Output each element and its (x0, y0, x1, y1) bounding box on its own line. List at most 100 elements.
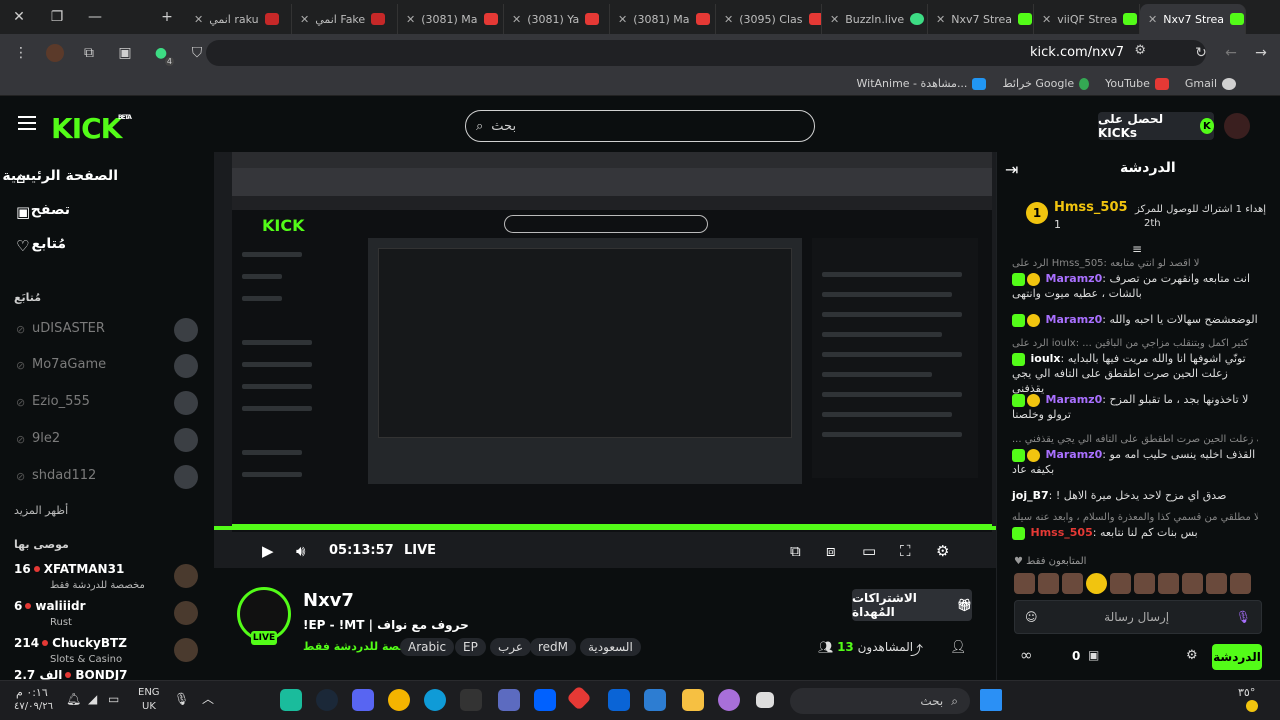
minimize-window-icon[interactable]: — (76, 0, 114, 34)
close-tab-icon[interactable]: ✕ (1148, 13, 1157, 26)
browser-tab[interactable]: ✕ انمي Fake (292, 4, 398, 34)
browser-tab[interactable]: ✕ (3081) Ma (610, 4, 716, 34)
chat-username[interactable]: Maramz0 (1046, 272, 1103, 285)
clip-icon[interactable]: ⧈ (826, 542, 836, 560)
gift-subs-button[interactable]: الاشتراكات المُهداة 🎁︎ (852, 589, 972, 621)
show-more-link[interactable]: أظهر المزيد (14, 504, 68, 517)
browser-tab-active[interactable]: ✕ Nxv7 Strea (1140, 4, 1246, 34)
share-icon[interactable]: ⤴ (910, 640, 923, 659)
edge-icon[interactable] (424, 689, 446, 711)
hamburger-menu-icon[interactable] (18, 116, 36, 130)
browser-tab[interactable]: ✕ viiQF Strea (1034, 4, 1140, 34)
close-tab-icon[interactable]: ✕ (618, 13, 627, 26)
tag[interactable]: عرب (490, 638, 532, 656)
bookmark-gmail[interactable]: Gmail (1185, 77, 1236, 90)
playback-progress-bar[interactable] (214, 526, 996, 530)
shield-icon[interactable]: ⛉ (186, 42, 208, 64)
browser-tab[interactable]: ✕ Nxv7 Strea (928, 4, 1034, 34)
following-item[interactable]: ⊘ shdad112 (0, 460, 212, 494)
recommended-item[interactable]: 16 XFATMAN31 مخصصة للدردشة فقط (0, 560, 212, 598)
emote[interactable] (1134, 573, 1155, 594)
weather-icon[interactable] (1246, 700, 1258, 712)
browser-tab[interactable]: ✕ انمي raku (186, 4, 292, 34)
kicks-icon[interactable]: ▣ (1088, 648, 1099, 662)
channel-name[interactable]: Nxv7 (303, 590, 354, 611)
notification-icon[interactable]: 🔔︎ (66, 692, 81, 706)
chat-username[interactable]: joj_B7 (1012, 489, 1049, 502)
close-tab-icon[interactable]: ✕ (1042, 13, 1051, 26)
get-kicks-button[interactable]: لحصل على KICKs K (1098, 112, 1214, 140)
kick-logo[interactable]: KICK BETA (51, 112, 132, 145)
following-item[interactable]: ⊘ Ezio_555 (0, 386, 212, 420)
file-explorer-icon[interactable] (682, 689, 704, 711)
emote[interactable] (1230, 573, 1251, 594)
bookmark-maps[interactable]: خرائط Google (1002, 77, 1090, 90)
extension-icon[interactable]: ▣ (114, 42, 136, 64)
following-item[interactable]: ⊘ 9le2 (0, 423, 212, 457)
task-view-icon[interactable] (756, 692, 774, 708)
chat-username[interactable]: Maramz0 (1046, 448, 1103, 461)
close-window-icon[interactable]: ✕ (0, 0, 38, 34)
back-icon[interactable]: → (1250, 42, 1272, 64)
chat-username[interactable]: ioulx (1031, 352, 1061, 365)
tag[interactable]: السعودية (580, 638, 641, 656)
close-tab-icon[interactable]: ✕ (406, 13, 415, 26)
recommended-item[interactable]: 6 waliiidr Rust (0, 597, 212, 635)
emote[interactable] (1038, 573, 1059, 594)
send-chat-button[interactable]: الدردشة (1212, 644, 1262, 670)
outlook-icon[interactable] (608, 689, 630, 711)
collapse-chat-icon[interactable]: ⇥ (1005, 160, 1018, 179)
microphone-icon[interactable]: 🎙︎ (1236, 610, 1251, 624)
chrome-icon[interactable] (388, 689, 410, 711)
emote[interactable] (1206, 573, 1227, 594)
sidebar-item-browse[interactable]: تصفح (31, 202, 70, 218)
emote[interactable] (1014, 573, 1035, 594)
windows-start-icon[interactable] (980, 689, 1002, 711)
search-input[interactable]: ⌕ بحث (465, 110, 815, 142)
close-tab-icon[interactable]: ✕ (936, 13, 945, 26)
store-icon[interactable] (644, 689, 666, 711)
profile-icon[interactable] (46, 44, 64, 62)
battery-icon[interactable]: ▭ (108, 692, 119, 706)
chat-scroll-icon[interactable]: ≡ (1132, 242, 1142, 256)
extensions-icon[interactable]: ⧉ (78, 42, 100, 64)
emote[interactable] (1158, 573, 1179, 594)
chat-input[interactable]: ☺ إرسال رسالة 🎙︎ (1014, 600, 1262, 634)
tag[interactable]: redM (530, 638, 577, 656)
app-icon[interactable] (498, 689, 520, 711)
bookmark-youtube[interactable]: YouTube (1105, 77, 1169, 90)
emote[interactable] (1110, 573, 1131, 594)
recommended-item[interactable]: 2.7 ألف BONDJ7 (0, 670, 212, 680)
close-tab-icon[interactable]: ✕ (194, 13, 203, 26)
bookmark-witanime[interactable]: WitAnime - مشاهدة... (857, 77, 987, 90)
close-tab-icon[interactable]: ✕ (512, 13, 521, 26)
discord-icon[interactable] (352, 689, 374, 711)
play-icon[interactable]: ▶ (262, 542, 274, 560)
browser-tab[interactable]: ✕ (3095) Clas (716, 4, 822, 34)
emote[interactable] (1086, 573, 1107, 594)
following-item[interactable]: ⊘ Mo7aGame (0, 349, 212, 383)
tag[interactable]: Arabic (400, 638, 455, 656)
close-tab-icon[interactable]: ✕ (830, 13, 839, 26)
extension-badge-icon[interactable]: ● 4 (150, 42, 174, 66)
recommended-item[interactable]: 214 ChuckyBTZ Slots & Casino (0, 634, 212, 672)
following-item[interactable]: ⊘ uDISASTER (0, 313, 212, 347)
browser-tab[interactable]: ✕ Buzzln.live (822, 4, 928, 34)
chat-username[interactable]: Maramz0 (1046, 393, 1103, 406)
forward-icon[interactable]: ← (1220, 42, 1242, 64)
microphone-tray-icon[interactable]: 🎙︎ (174, 692, 189, 706)
fullscreen-icon[interactable]: ⛶ (900, 542, 911, 560)
browser-tab[interactable]: ✕ (3081) Ya (504, 4, 610, 34)
close-tab-icon[interactable]: ✕ (300, 13, 309, 26)
language-label[interactable]: ENG (138, 687, 160, 698)
settings-gear-icon[interactable]: ⚙ (936, 542, 949, 560)
emote[interactable] (1182, 573, 1203, 594)
region-label[interactable]: UK (142, 701, 156, 712)
dropbox-icon[interactable] (534, 689, 556, 711)
theater-mode-icon[interactable]: ▭ (862, 542, 876, 560)
chat-username[interactable]: Hmss_505 (1031, 526, 1093, 539)
volume-icon[interactable]: 🔊︎ (296, 542, 305, 560)
follow-user-icon[interactable]: 👤︎ (950, 640, 967, 655)
infinity-icon[interactable]: ∞ (1020, 646, 1033, 664)
mini-player-icon[interactable]: ⧉ (790, 542, 801, 560)
